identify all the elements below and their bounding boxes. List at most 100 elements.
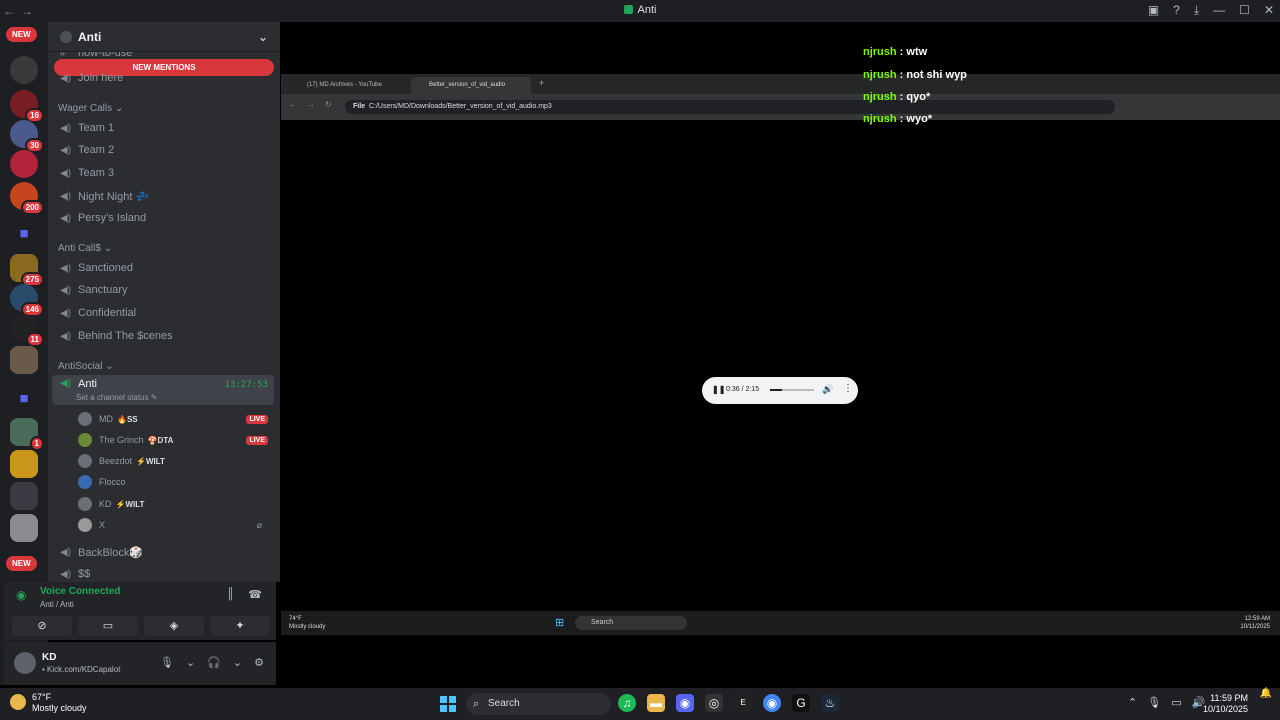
new-badge[interactable]: NEW — [6, 556, 37, 571]
chat-message: njrush : wyo* — [863, 113, 933, 125]
channel-team-1[interactable]: ◀) Team 1 — [52, 117, 274, 139]
channel-anti-active[interactable]: ◀) Anti 13:27:53 Set a channel status ✎ — [52, 375, 274, 405]
microphone-icon[interactable]: 🎙 — [1147, 696, 1161, 709]
app-icon[interactable]: G — [792, 694, 810, 712]
app-icon[interactable]: ◎ — [705, 694, 723, 712]
speaker-icon: ◀) — [60, 546, 72, 558]
server-icon[interactable] — [10, 514, 38, 542]
forward-arrow-icon[interactable]: → — [307, 100, 315, 109]
voice-member[interactable]: Beezdot ⚡WILT — [78, 451, 268, 471]
seek-bar[interactable] — [770, 389, 814, 391]
steam-icon[interactable]: ♨ — [821, 694, 839, 712]
guild-header[interactable]: Anti ⌄ — [48, 22, 280, 52]
search-box[interactable]: ⌕ Search — [466, 693, 611, 715]
channel-sanctioned[interactable]: ◀) Sanctioned — [52, 257, 274, 279]
channel-persys-island[interactable]: ◀) Persy's Island — [52, 207, 274, 229]
file-explorer-icon[interactable]: ▬ — [647, 694, 665, 712]
speaker-icon: ◀) — [60, 262, 72, 274]
gear-icon[interactable]: ⚙ — [254, 656, 264, 669]
voice-member[interactable]: The Grinch 🍄DTA LIVE — [78, 430, 268, 450]
channel-night-night[interactable]: ◀) Night Night 💤 — [52, 185, 274, 207]
inbox-icon[interactable]: ▣ — [1148, 3, 1159, 18]
channel-sanctuary[interactable]: ◀) Sanctuary — [52, 279, 274, 301]
chrome-icon[interactable]: ◉ — [763, 694, 781, 712]
window-title: Anti — [0, 4, 1280, 16]
signal-icon[interactable]: ◉ — [16, 588, 26, 602]
notification-icon[interactable]: 🔔 — [1260, 688, 1272, 699]
voice-member[interactable]: Flocco — [78, 472, 268, 492]
network-icon[interactable]: ▭ — [1171, 696, 1181, 709]
server-icon[interactable]: 30 — [10, 120, 44, 153]
server-icon[interactable]: 16 — [10, 90, 44, 123]
folder-icon[interactable]: ■ — [14, 390, 34, 410]
server-icon[interactable]: 11 — [10, 314, 44, 347]
server-icon[interactable] — [10, 450, 38, 478]
server-icon[interactable]: 200 — [10, 182, 44, 215]
category-anti-call[interactable]: Anti Call$ ⌄ — [58, 243, 112, 254]
start-button[interactable] — [440, 696, 456, 712]
more-options-icon[interactable]: ⋮ — [843, 383, 853, 394]
channel-team-2[interactable]: ◀) Team 2 — [52, 139, 274, 161]
camera-off-button[interactable]: ⊘ — [12, 616, 72, 636]
voice-location[interactable]: Anti / Anti — [40, 600, 74, 609]
folder-icon[interactable]: ■ — [14, 225, 34, 245]
help-icon[interactable]: ? — [1173, 3, 1180, 18]
avatar — [78, 497, 92, 511]
voice-member[interactable]: KD ⚡WILT — [78, 494, 268, 514]
back-arrow-icon[interactable]: ← — [289, 100, 297, 109]
avatar[interactable] — [14, 652, 36, 674]
disconnect-icon[interactable]: ☎ — [248, 588, 262, 601]
channel-confidential[interactable]: ◀) Confidential — [52, 302, 274, 324]
screen-share-button[interactable]: ▭ — [78, 616, 138, 636]
chevron-down-icon[interactable]: ⌄ — [233, 656, 242, 669]
headphones-icon[interactable]: 🎧 — [207, 656, 221, 669]
server-icon[interactable]: 1 — [10, 418, 44, 451]
activities-button[interactable]: ◈ — [144, 616, 204, 636]
download-icon[interactable]: ⤓ — [1194, 3, 1199, 18]
voice-member[interactable]: X ⌀ — [78, 515, 268, 535]
epic-games-icon[interactable]: E — [734, 694, 752, 712]
pause-icon[interactable]: ❚❚ — [712, 385, 725, 394]
chat-message: njrush : wtw — [863, 46, 928, 58]
reload-icon[interactable]: ↻ — [325, 100, 332, 109]
volume-icon[interactable]: 🔊 — [822, 384, 833, 395]
chevron-up-icon[interactable]: ⌃ — [1128, 696, 1137, 709]
address-bar[interactable]: File C:/Users/MD/Downloads/Better_versio… — [345, 100, 1115, 114]
maximize-icon[interactable]: ☐ — [1239, 3, 1250, 18]
noise-suppression-icon[interactable]: ║ — [227, 588, 235, 601]
close-icon[interactable]: ✕ — [1264, 3, 1274, 18]
category-antisocial[interactable]: AntiSocial ⌄ — [58, 361, 114, 372]
spotify-icon[interactable]: ♫ — [618, 694, 636, 712]
chevron-down-icon[interactable]: ⌄ — [186, 656, 195, 669]
discord-icon[interactable]: ◉ — [676, 694, 694, 712]
clock[interactable]: 11:59 PM 10/10/2025 — [1203, 693, 1248, 715]
server-icon[interactable] — [10, 56, 38, 84]
voice-member[interactable]: MD 🔥SS LIVE — [78, 409, 268, 429]
minimize-icon[interactable]: — — [1213, 3, 1225, 18]
server-icon[interactable] — [10, 482, 38, 510]
chevron-down-icon: ⌄ — [257, 29, 268, 44]
channel-team-3[interactable]: ◀) Team 3 — [52, 162, 274, 184]
server-icon[interactable]: 275 — [10, 254, 44, 287]
server-icon[interactable]: 146 — [10, 284, 44, 317]
category-wager-calls[interactable]: Wager Calls ⌄ — [58, 103, 123, 114]
channel-partial-bottom[interactable]: ◀) $$ — [52, 563, 274, 582]
voice-panel: ◉ Voice Connected Anti / Anti ║ ☎ ⊘ ▭ ◈ ✦ — [4, 582, 276, 640]
soundboard-button[interactable]: ✦ — [210, 616, 270, 636]
browser-tab-active[interactable]: Better_version_of_vid_audio — [411, 77, 531, 94]
new-tab-icon[interactable]: + — [539, 78, 544, 88]
channel-join-here[interactable]: ◀) Join here — [52, 67, 274, 89]
channel-backblock[interactable]: ◀) BackBlock🎲 — [52, 541, 274, 563]
title-bar: ← → Anti ▣ ? ⤓ — ☐ ✕ — [0, 0, 1280, 22]
speaker-icon: ◀) — [60, 378, 72, 389]
new-badge[interactable]: NEW — [6, 27, 37, 42]
chat-message: njrush : not shi wyp — [863, 69, 967, 81]
channel-status[interactable]: Set a channel status ✎ — [76, 393, 157, 402]
browser-tab[interactable]: (17) MD Archives - YouTube — [289, 77, 407, 94]
channel-behind-the-scenes[interactable]: ◀) Behind The $cenes — [52, 325, 274, 347]
search-icon: ⌕ — [473, 698, 480, 710]
server-icon[interactable] — [10, 346, 38, 374]
voice-status[interactable]: Voice Connected — [40, 586, 120, 597]
microphone-icon[interactable]: 🎙 — [160, 656, 174, 669]
server-icon[interactable] — [10, 150, 38, 178]
